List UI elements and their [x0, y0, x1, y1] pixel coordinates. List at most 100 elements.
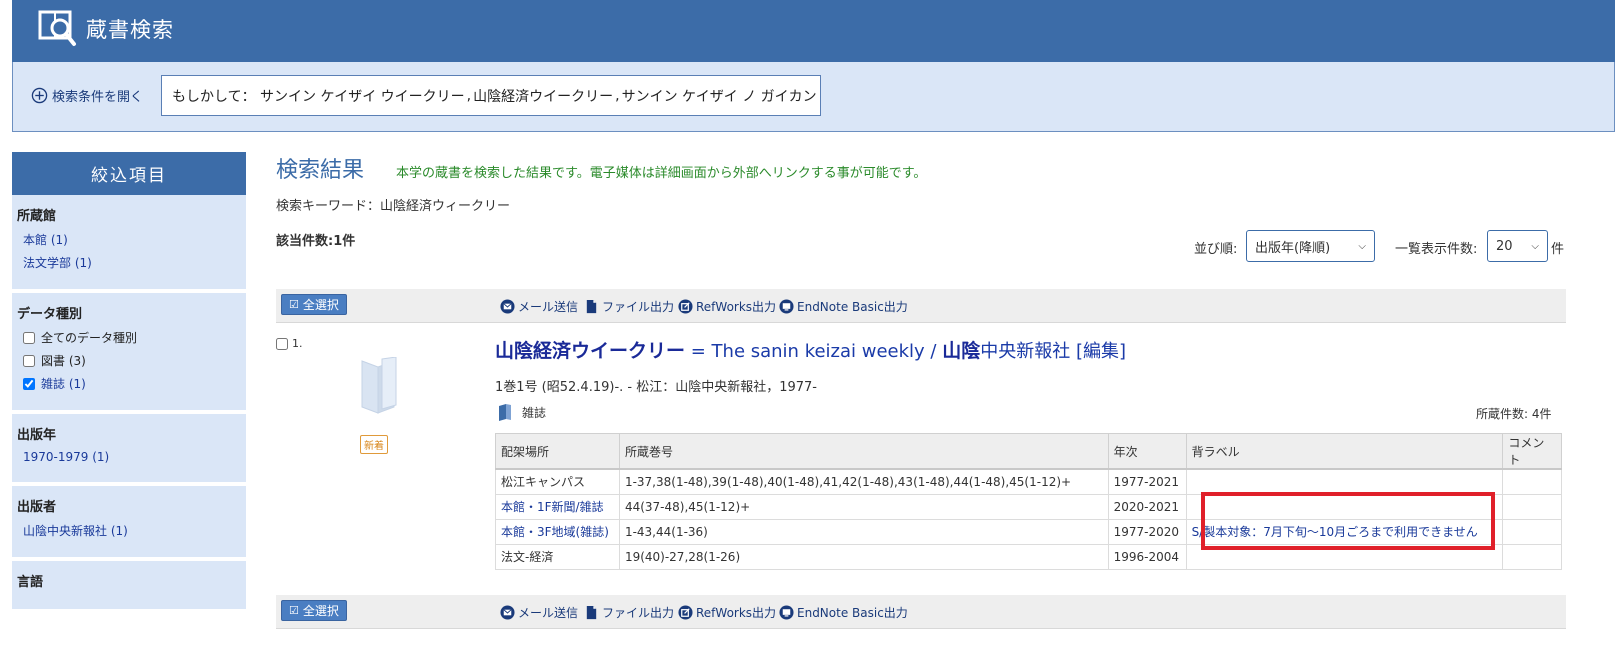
record-title-link[interactable]: 山陰経済ウイークリー = The sanin keizai weekly / 山… [495, 336, 1126, 363]
table-row: 本館・3F地域(雑誌) 1-43,44(1-36) 1977-2020 S/製本… [495, 518, 1562, 545]
per-page-unit: 件 [1551, 242, 1565, 257]
holding-location-link[interactable]: 本館・1F新聞/雑誌 [495, 493, 620, 520]
refworks-output-link[interactable]: RefWorks出力 [678, 604, 776, 621]
record-checkbox[interactable]: 1. [276, 337, 303, 350]
facet-year: 出版年 1970-1979 (1) [12, 414, 246, 486]
facet-checkbox[interactable] [23, 377, 35, 390]
results-toolbar-bottom: ☑ 全選択 メール送信 ファイル出力 RefWorks出力 EndNote Ba… [276, 595, 1566, 629]
suggestion-separator: , [466, 87, 472, 104]
chevron-down-icon: ⌵ [1531, 240, 1539, 252]
facet-option-journal[interactable]: 雑誌 (1) [23, 375, 241, 392]
holding-comment [1502, 518, 1562, 545]
select-all-label: 全選択 [302, 604, 339, 618]
open-conditions-button[interactable]: 検索条件を開く [31, 86, 143, 105]
select-all-button[interactable]: ☑ 全選択 [281, 600, 347, 621]
record-type-label: 雑誌 [522, 406, 547, 420]
mail-send-link[interactable]: メール送信 [500, 604, 578, 621]
did-you-mean-box: もしかして： サンイン ケイザイ ウイークリー, 山陰経済ウイークリー, サンイ… [161, 75, 821, 116]
mail-icon [500, 605, 515, 620]
monitor-icon [779, 605, 794, 620]
facet-link-hobun[interactable]: 法文学部 (1) [23, 254, 241, 271]
facet-checkbox[interactable] [23, 331, 35, 344]
record-number: 1. [292, 337, 303, 350]
facet-sidebar: 絞込項目 所蔵館 本館 (1) 法文学部 (1) データ種別 全てのデータ種別 … [12, 152, 246, 652]
table-row: 法文-経済 19(40)-27,28(1-26) 1996-2004 [495, 543, 1562, 570]
facet-title: 所蔵館 [17, 209, 57, 224]
facet-option-all[interactable]: 全てのデータ種別 [23, 329, 241, 346]
record-title-parallel: = The sanin keizai weekly / [685, 341, 943, 362]
suggestion-link[interactable]: 山陰経済ウイークリー [473, 86, 613, 106]
checkbox-icon: ☑ [289, 604, 299, 617]
holding-volumes: 1-37,38(1-48),39(1-48),40(1-48),41,42(1-… [618, 468, 1109, 495]
holding-volumes: 19(40)-27,28(1-26) [618, 543, 1109, 570]
holding-spine-label [1185, 493, 1504, 520]
holding-comment [1502, 468, 1562, 495]
file-output-label: ファイル出力 [602, 300, 675, 314]
results-title: 検索結果 [276, 158, 365, 183]
record-edit-link[interactable]: [編集] [1070, 341, 1126, 362]
mail-send-link[interactable]: メール送信 [500, 298, 578, 315]
holdings-table: 配架場所 所蔵巻号 年次 背ラベル コメント 松江キャンパス 1-37,38(1… [495, 433, 1562, 570]
holdings-header: 配架場所 [495, 433, 620, 470]
holding-location-link[interactable]: 本館・3F地域(雑誌) [495, 518, 620, 545]
file-output-link[interactable]: ファイル出力 [584, 604, 674, 621]
holding-volumes: 44(37-48),45(1-12)+ [618, 493, 1109, 520]
facet-link-publisher[interactable]: 山陰中央新報社 (1) [23, 522, 241, 539]
endnote-output-label: EndNote Basic出力 [797, 606, 908, 620]
facet-sidebar-title: 絞込項目 [12, 152, 246, 195]
plus-circle-icon [31, 87, 48, 104]
mail-icon [500, 299, 515, 314]
per-page-select[interactable]: 20 ⌵ [1487, 230, 1548, 262]
results-toolbar-top: ☑ 全選択 メール送信 ファイル出力 RefWorks出力 EndNote Ba… [276, 289, 1566, 323]
select-all-button[interactable]: ☑ 全選択 [281, 294, 347, 315]
file-icon [586, 605, 597, 620]
endnote-output-link[interactable]: EndNote Basic出力 [779, 604, 908, 621]
suggestion-separator: , [615, 87, 620, 104]
holdings-header: 背ラベル [1185, 433, 1504, 470]
book-search-icon[interactable] [38, 8, 78, 48]
record-author: 中央新報社 [980, 341, 1071, 362]
holdings-header-row: 配架場所 所蔵巻号 年次 背ラベル コメント [495, 433, 1562, 470]
results-description: 本学の蔵書を検索した結果です。電子媒体は詳細画面から外部へリンクする事が可能です… [396, 166, 927, 181]
holding-comment [1502, 543, 1562, 570]
facet-link-year[interactable]: 1970-1979 (1) [23, 450, 241, 464]
checkbox-icon: ☑ [289, 298, 299, 311]
facet-option-book[interactable]: 図書 (3) [23, 352, 241, 369]
record-publication: 1巻1号 (昭52.4.19)-. - 松江：山陰中央新報社，1977- [495, 380, 817, 395]
holding-years: 1977-2020 [1107, 518, 1187, 545]
facet-option-label: 雑誌 (1) [41, 377, 86, 391]
per-page-value: 20 [1496, 238, 1513, 254]
facet-link-honkan[interactable]: 本館 (1) [23, 231, 241, 248]
holding-years: 2020-2021 [1107, 493, 1187, 520]
sort-select[interactable]: 出版年(降順) ⌵ [1246, 230, 1375, 262]
monitor-icon [779, 299, 794, 314]
result-count: 該当件数:1件 [276, 234, 356, 249]
record-select-checkbox[interactable] [276, 337, 288, 350]
mail-send-label: メール送信 [518, 300, 579, 314]
did-you-mean-label: もしかして： [172, 88, 256, 105]
facet-checkbox[interactable] [23, 354, 35, 367]
suggestion-link[interactable]: サンイン ケイザイ ノ ガイカン [622, 86, 817, 106]
refworks-output-link[interactable]: RefWorks出力 [678, 298, 776, 315]
chevron-down-icon: ⌵ [1358, 240, 1366, 252]
search-bar: 検索条件を開く もしかして： サンイン ケイザイ ウイークリー, 山陰経済ウイー… [12, 62, 1615, 132]
holding-spine-label: S/製本対象：7月下旬～10月ごろまで利用できません [1185, 518, 1504, 545]
endnote-output-link[interactable]: EndNote Basic出力 [779, 298, 908, 315]
per-page-label: 一覧表示件数: [1395, 242, 1478, 257]
holding-spine-label [1185, 468, 1504, 495]
mail-send-label: メール送信 [518, 606, 579, 620]
open-conditions-label: 検索条件を開く [52, 90, 144, 105]
record-author-highlight: 山陰 [942, 340, 981, 362]
app-header: 蔵書検索 [12, 0, 1615, 62]
holding-location: 法文-経済 [495, 543, 620, 570]
file-output-link[interactable]: ファイル出力 [584, 298, 674, 315]
holding-spine-label [1185, 543, 1504, 570]
external-link-icon [678, 299, 693, 314]
table-row: 松江キャンパス 1-37,38(1-48),39(1-48),40(1-48),… [495, 468, 1562, 495]
holdings-header: 所蔵巻号 [618, 433, 1109, 470]
suggestion-link[interactable]: サンイン ケイザイ ウイークリー [260, 86, 465, 106]
record-title-main: 山陰経済ウイークリー [495, 340, 686, 362]
refworks-output-label: RefWorks出力 [696, 300, 777, 314]
facet-language: 言語 [12, 561, 246, 613]
journal-thumbnail-icon [361, 357, 397, 414]
